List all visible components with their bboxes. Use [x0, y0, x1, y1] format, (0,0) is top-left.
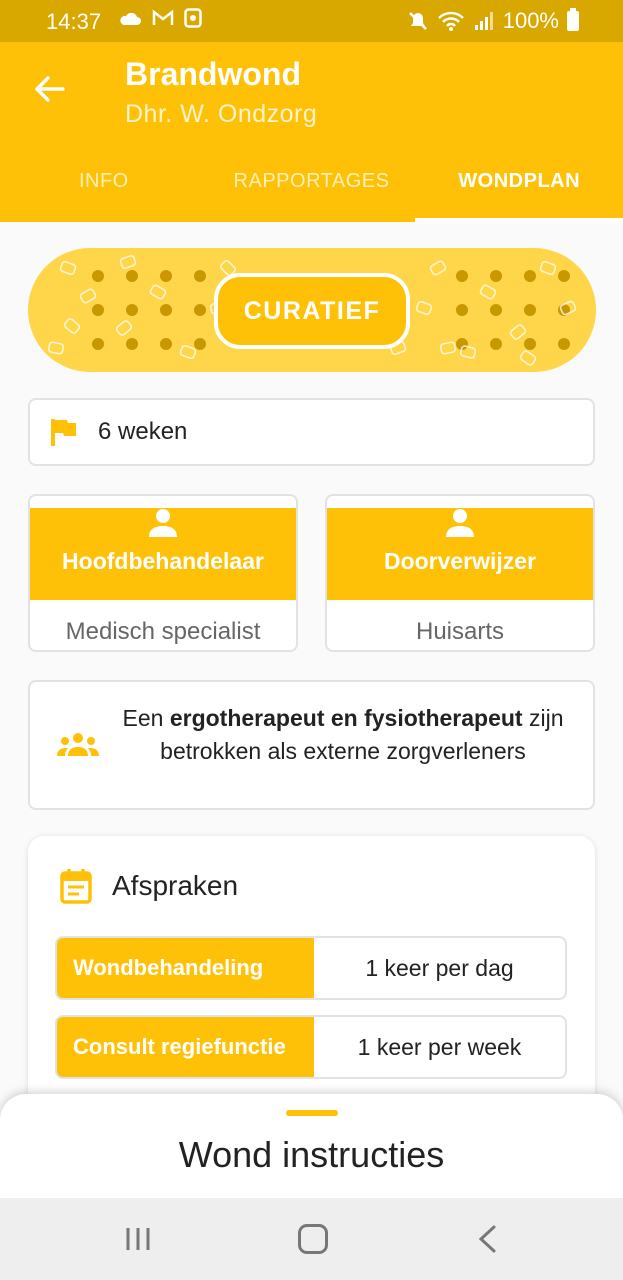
person-icon	[149, 509, 177, 537]
wound-instructions-sheet[interactable]: Wond instructies	[0, 1094, 623, 1198]
afspraken-card: Afspraken Wondbehandeling 1 keer per dag…	[28, 836, 595, 1126]
tab-info[interactable]: INFO	[0, 160, 208, 222]
tab-wondplan[interactable]: WONDPLAN	[415, 160, 623, 222]
afspraak-row: Wondbehandeling 1 keer per dag	[55, 936, 567, 1000]
home-icon[interactable]	[298, 1224, 328, 1254]
patient-name: Dhr. W. Ondzorg	[125, 100, 318, 128]
page-title: Brandwond	[125, 56, 301, 92]
system-nav-bar	[0, 1198, 623, 1280]
external-caregivers-card: Een ergotherapeut en fysiotherapeut zijn…	[28, 680, 595, 810]
gmail-icon	[152, 9, 174, 25]
duration-card: 6 weken	[28, 398, 595, 466]
afspraak-value: 1 keer per dag	[365, 954, 514, 981]
battery-icon	[567, 8, 579, 31]
external-caregivers-text: Een ergotherapeut en fysiotherapeut zijn…	[122, 705, 564, 764]
role-value: Huisarts	[415, 618, 505, 645]
afspraken-title: Afspraken	[112, 870, 239, 901]
afspraak-label: Consult regiefunctie	[57, 1017, 314, 1077]
back-arrow-icon[interactable]	[32, 72, 66, 106]
afspraak-value: 1 keer per week	[357, 1033, 522, 1060]
group-icon	[57, 733, 99, 756]
status-time: 14:37	[46, 9, 102, 34]
tab-bar: INFO RAPPORTAGES WONDPLAN	[0, 160, 623, 222]
afspraak-label: Wondbehandeling	[57, 938, 314, 998]
recent-apps-icon[interactable]	[124, 1226, 152, 1252]
afspraak-row: Consult regiefunctie 1 keer per week	[55, 1015, 567, 1079]
role-value: Medisch specialist	[65, 618, 261, 645]
tab-rapportages[interactable]: RAPPORTAGES	[208, 160, 416, 222]
plan-type-badge: CURATIEF	[214, 273, 410, 349]
calendar-icon	[60, 869, 92, 904]
status-bar: 14:37 100%	[0, 0, 623, 42]
flag-icon	[51, 419, 76, 446]
app-bar: Brandwond Dhr. W. Ondzorg INFO RAPPORTAG…	[0, 42, 623, 222]
nav-back-icon[interactable]	[476, 1224, 498, 1254]
external-caregivers-bold: ergotherapeut en fysiotherapeut	[169, 705, 523, 731]
app-notification-icon	[184, 8, 202, 28]
battery-percentage: 100%	[502, 8, 559, 33]
role-card-hoofdbehandelaar: Hoofdbehandelaar Medisch specialist	[28, 494, 298, 652]
role-card-doorverwijzer: Doorverwijzer Huisarts	[325, 494, 595, 652]
cloud-icon	[120, 12, 141, 25]
duration-text: 6 weken	[98, 418, 188, 445]
wifi-icon	[437, 11, 464, 31]
mute-icon	[408, 12, 427, 30]
role-title: Doorverwijzer	[383, 548, 537, 574]
sheet-drag-handle[interactable]	[286, 1110, 338, 1116]
role-title: Hoofdbehandelaar	[62, 548, 264, 574]
person-icon	[446, 509, 474, 537]
sheet-title: Wond instructies	[178, 1134, 445, 1175]
signal-icon	[474, 12, 493, 30]
